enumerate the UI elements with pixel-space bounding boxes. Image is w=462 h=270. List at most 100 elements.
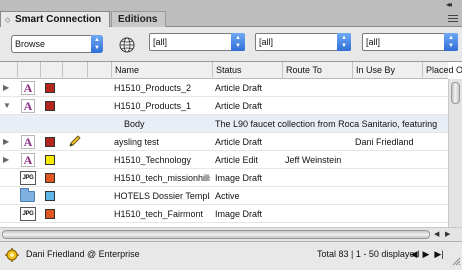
header-type-col[interactable] [17, 62, 40, 79]
table-row[interactable]: ▶ A H1510_Technology Article Edit Jeff Weins… [0, 151, 448, 169]
row-in-use-by: Dani Friedland [355, 137, 414, 147]
row-name: H1510_tech_Fairmont [114, 209, 204, 219]
article-icon: A [21, 81, 35, 95]
pencil-edit-icon [69, 135, 81, 147]
status-bar: Dani Friedland @ Enterprise Total 83 | 1… [0, 241, 462, 270]
panel-menu-icon[interactable] [446, 13, 460, 25]
table-header: Name Status Route To In Use By Placed On [0, 62, 462, 79]
status-color-swatch [45, 155, 55, 165]
header-expand-col[interactable] [0, 62, 17, 79]
filter-select-1[interactable]: [all] ▲ ▼ [149, 33, 245, 51]
row-route-to [285, 205, 351, 223]
row-name: H1510_tech_missionhills [114, 173, 210, 183]
view-select[interactable]: Browse ▲ ▼ [11, 35, 103, 53]
panel-collapse-icon[interactable]: ◂◂ [446, 0, 452, 9]
select-arrows-icon: ▲ ▼ [444, 33, 458, 51]
table-row[interactable]: ▶ A H1510_Products_2 Article Draft [0, 79, 448, 97]
row-placed-on [425, 97, 447, 115]
table-row[interactable]: JPG H1510_tech_missionhills Image Draft [0, 169, 448, 187]
header-color-col[interactable] [40, 62, 62, 79]
row-name: aysling test [114, 137, 160, 147]
scroll-right-icon[interactable]: ▶ [445, 230, 450, 238]
vertical-scroll-thumb[interactable] [451, 82, 460, 104]
row-in-use-by [355, 187, 421, 205]
row-route-to [285, 79, 351, 97]
header-in-use-by[interactable]: In Use By [352, 62, 422, 79]
filter-value: [all] [259, 37, 274, 47]
row-placed-on [425, 133, 447, 151]
row-in-use-by [355, 97, 421, 115]
table-row[interactable]: Body The L90 faucet collection from Roca … [0, 115, 448, 133]
tab-editions[interactable]: Editions [111, 11, 166, 27]
globe-icon[interactable] [118, 36, 136, 54]
expand-arrow-icon[interactable]: ▶ [3, 79, 9, 97]
header-route-to[interactable]: Route To [282, 62, 352, 79]
row-status: Article Draft [215, 137, 263, 147]
row-name: HOTELS Dossier Templa [114, 191, 210, 201]
jpg-image-icon: JPG [20, 207, 36, 221]
table-row[interactable]: HOTELS Dossier Templa Active [0, 187, 448, 205]
status-color-swatch [45, 137, 55, 147]
table-row[interactable]: ▶ Aaysling test Article Draft Dani Friedlan… [0, 133, 448, 151]
connection-status-icon[interactable] [5, 248, 19, 262]
row-status: Article Draft [215, 101, 263, 111]
resize-grip-icon[interactable] [452, 257, 461, 266]
row-placed-on [425, 151, 447, 169]
expand-arrow-icon[interactable]: ▶ [3, 133, 9, 151]
row-placed-on [425, 187, 447, 205]
row-route-to [285, 115, 351, 133]
select-arrows-icon: ▲ ▼ [231, 33, 245, 51]
row-route-to [285, 133, 351, 151]
article-icon: A [21, 135, 35, 149]
panel-tab-bar: ◇ Smart Connection Editions ◂◂ [0, 0, 462, 27]
row-name: H1510_Products_2 [114, 83, 192, 93]
filter-select-3[interactable]: [all] ▲ ▼ [362, 33, 458, 51]
vertical-scrollbar[interactable] [448, 79, 462, 227]
expand-arrow-icon[interactable]: ▶ [3, 151, 9, 169]
row-route-to: Jeff Weinstein [285, 155, 342, 165]
filter-select-2[interactable]: [all] ▲ ▼ [255, 33, 351, 51]
tab-smart-connection[interactable]: ◇ Smart Connection [0, 11, 110, 27]
article-icon: A [21, 99, 35, 113]
row-status: Image Draft [215, 209, 263, 219]
collapse-arrows-icon[interactable]: ◇ [5, 13, 10, 28]
horizontal-scroll-thumb[interactable] [2, 230, 430, 239]
horizontal-scrollbar[interactable]: ◀ ▶ [0, 227, 462, 241]
row-name: H1510_Products_1 [114, 101, 192, 111]
row-placed-on [425, 79, 447, 97]
next-page-icon[interactable]: ▶ [420, 247, 432, 261]
row-route-to [285, 97, 351, 115]
row-in-use-by [355, 169, 421, 187]
filter-value: [all] [366, 37, 381, 47]
filter-value: [all] [153, 37, 168, 47]
header-lock-col[interactable] [62, 62, 87, 79]
file-table: Name Status Route To In Use By Placed On… [0, 61, 462, 227]
table-row[interactable]: ▼ A H1510_Products_1 Article Draft [0, 97, 448, 115]
status-color-swatch [45, 173, 55, 183]
scroll-left-icon[interactable]: ◀ [434, 230, 439, 238]
result-count: Total 83 | 1 - 50 displayed [317, 249, 420, 259]
table-row[interactable]: JPG H1510_tech_Fairmont Image Draft [0, 205, 448, 223]
status-color-swatch [45, 191, 55, 201]
article-icon: A [21, 153, 35, 167]
row-name: H1510_Technology [114, 155, 192, 165]
row-placed-on [425, 115, 447, 133]
header-placed-on[interactable]: Placed On [422, 62, 462, 79]
tab-label: Editions [118, 14, 158, 25]
status-color-swatch [45, 101, 55, 111]
header-blank-col[interactable] [87, 62, 111, 79]
toolbar: Browse ▲ ▼ [all] ▲ ▼ [all] ▲ ▼ [all] ▲ ▼ [0, 27, 462, 61]
previous-page-icon[interactable]: ◀ [408, 247, 420, 261]
row-status: Image Draft [215, 173, 263, 183]
row-in-use-by [355, 205, 421, 223]
row-in-use-by [355, 115, 421, 133]
status-color-swatch [45, 209, 55, 219]
last-page-icon[interactable]: ▶| [433, 247, 445, 261]
header-status[interactable]: Status [212, 62, 282, 79]
select-arrows-icon: ▲ ▼ [337, 33, 351, 51]
row-in-use-by [355, 79, 421, 97]
row-status: Active [215, 191, 240, 201]
header-name[interactable]: Name [111, 62, 212, 79]
dossier-folder-icon [20, 188, 35, 202]
collapse-arrow-icon[interactable]: ▼ [3, 97, 11, 115]
